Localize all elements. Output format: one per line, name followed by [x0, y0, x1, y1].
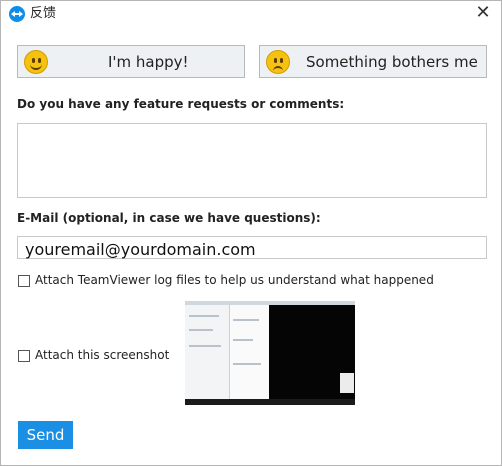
feature-requests-heading: Do you have any feature requests or comm…: [17, 97, 345, 111]
feature-requests-textarea[interactable]: [17, 123, 487, 198]
send-button[interactable]: Send: [18, 421, 73, 449]
attach-logs-checkbox[interactable]: [18, 275, 30, 287]
happy-button-label: I'm happy!: [108, 53, 189, 71]
email-field[interactable]: youremail@yourdomain.com: [17, 236, 487, 259]
attach-logs-label: Attach TeamViewer log files to help us u…: [35, 273, 434, 287]
sad-smiley-icon: [266, 50, 290, 74]
email-heading: E-Mail (optional, in case we have questi…: [17, 211, 321, 225]
teamviewer-icon: [9, 6, 25, 22]
happy-smiley-icon: [24, 50, 48, 74]
happy-button[interactable]: I'm happy!: [17, 45, 245, 78]
attach-screenshot-label: Attach this screenshot: [35, 348, 170, 362]
feedback-window: 反馈 ✕ I'm happy! Something bothers me Do …: [0, 0, 502, 466]
attach-screenshot-checkbox[interactable]: [18, 350, 30, 362]
window-title: 反馈: [30, 6, 57, 21]
something-bothers-label: Something bothers me: [306, 53, 478, 71]
title-bar: 反馈 ✕: [1, 1, 501, 27]
something-bothers-button[interactable]: Something bothers me: [259, 45, 487, 78]
close-icon[interactable]: ✕: [473, 3, 493, 23]
screenshot-thumbnail: [185, 301, 355, 405]
